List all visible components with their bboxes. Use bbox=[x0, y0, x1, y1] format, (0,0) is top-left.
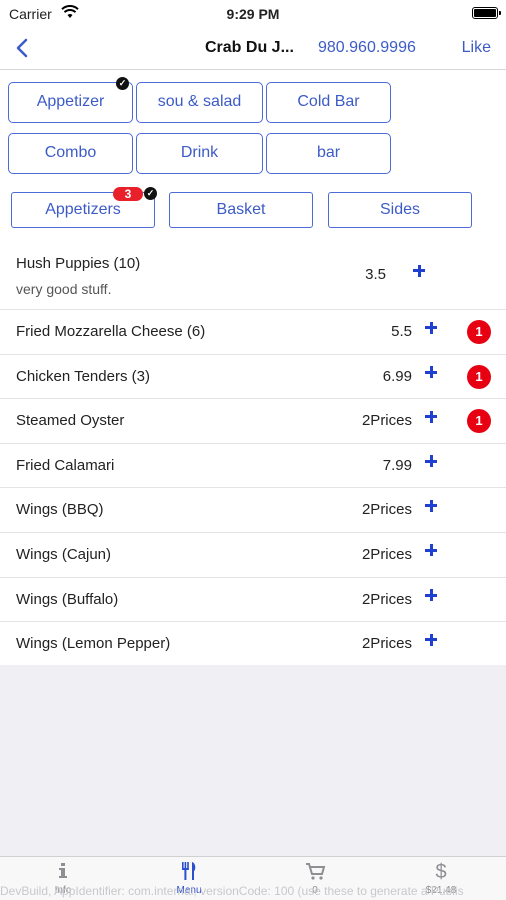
dollar-icon: $ bbox=[435, 861, 446, 881]
menu-item[interactable]: Wings (Cajun) 2Prices bbox=[0, 533, 506, 578]
checkmark-icon: ✓ bbox=[144, 187, 157, 200]
add-plus-icon[interactable] bbox=[423, 453, 441, 471]
item-price: 2Prices bbox=[361, 635, 412, 653]
add-plus-icon[interactable] bbox=[423, 587, 441, 605]
item-price: 2Prices bbox=[361, 545, 412, 563]
item-name: Wings (Buffalo) bbox=[16, 590, 119, 608]
item-price: 5.5 bbox=[391, 323, 412, 340]
status-bar: Carrier 9:29 PM bbox=[0, 0, 506, 28]
debug-watermark: DevBuild, AppIdentifier: com.internal, v… bbox=[0, 884, 464, 898]
nav-bar: Crab Du J... 980.960.9996 Like bbox=[0, 28, 506, 70]
cart-icon bbox=[306, 863, 326, 880]
add-plus-icon[interactable] bbox=[423, 631, 441, 649]
item-price: 6.99 bbox=[382, 367, 412, 385]
utensils-icon bbox=[182, 862, 196, 880]
menu-content: Appetizer ✓ sou & salad Cold Bar Combo D… bbox=[0, 70, 506, 665]
category-cold-bar[interactable]: Cold Bar bbox=[266, 82, 391, 123]
item-name: Fried Mozzarella Cheese (6) bbox=[16, 323, 206, 340]
item-name: Fried Calamari bbox=[16, 456, 115, 474]
add-plus-icon[interactable] bbox=[423, 497, 441, 515]
category-soup-salad[interactable]: sou & salad bbox=[136, 82, 263, 123]
item-name: Chicken Tenders (3) bbox=[16, 367, 150, 385]
add-plus-icon[interactable] bbox=[423, 364, 441, 382]
restaurant-title: Crab Du J... bbox=[205, 39, 294, 56]
battery-icon bbox=[472, 7, 501, 19]
item-description: very good stuff. bbox=[16, 281, 112, 297]
add-plus-icon[interactable] bbox=[423, 408, 441, 426]
category-drink[interactable]: Drink bbox=[136, 133, 263, 174]
menu-item[interactable]: Wings (Lemon Pepper) 2Prices bbox=[0, 622, 506, 667]
menu-item[interactable]: Wings (BBQ) 2Prices bbox=[0, 488, 506, 533]
item-name: Wings (Cajun) bbox=[16, 545, 112, 563]
quantity-badge: 1 bbox=[467, 364, 491, 389]
add-plus-icon[interactable] bbox=[423, 542, 441, 560]
menu-item[interactable]: Steamed Oyster 2Prices 1 bbox=[0, 399, 506, 444]
phone-link[interactable]: 980.960.9996 bbox=[318, 39, 416, 57]
info-icon bbox=[59, 863, 67, 878]
quantity-badge: 1 bbox=[467, 320, 491, 344]
menu-item[interactable]: Hush Puppies (10) very good stuff. 3.5 bbox=[0, 223, 506, 310]
item-name: Hush Puppies (10) bbox=[16, 255, 141, 272]
svg-text:$: $ bbox=[435, 861, 446, 881]
item-price: 2Prices bbox=[361, 590, 412, 608]
add-plus-icon[interactable] bbox=[423, 319, 441, 337]
item-name: Wings (Lemon Pepper) bbox=[16, 635, 171, 653]
item-price: 2Prices bbox=[361, 501, 412, 519]
like-button[interactable]: Like bbox=[462, 39, 491, 57]
menu-item[interactable]: Chicken Tenders (3) 6.99 1 bbox=[0, 355, 506, 400]
item-name: Wings (BBQ) bbox=[16, 501, 104, 519]
menu-item[interactable]: Wings (Buffalo) 2Prices bbox=[0, 578, 506, 623]
add-plus-icon[interactable] bbox=[411, 262, 429, 280]
item-price: 7.99 bbox=[382, 456, 412, 474]
menu-item[interactable]: Fried Calamari 7.99 bbox=[0, 444, 506, 489]
item-price: 2Prices bbox=[361, 412, 412, 430]
quantity-badge: 1 bbox=[467, 409, 491, 434]
category-combo[interactable]: Combo bbox=[8, 133, 133, 174]
category-bar[interactable]: bar bbox=[266, 133, 391, 174]
clock: 9:29 PM bbox=[226, 6, 280, 22]
chevron-left-icon[interactable] bbox=[12, 36, 34, 60]
category-appetizer[interactable]: Appetizer bbox=[8, 82, 133, 123]
subcategory-count-badge: 3 bbox=[113, 187, 143, 201]
item-price: 3.5 bbox=[365, 266, 386, 283]
menu-item-list: Hush Puppies (10) very good stuff. 3.5 F… bbox=[0, 223, 506, 667]
menu-item[interactable]: Fried Mozzarella Cheese (6) 5.5 1 bbox=[0, 310, 506, 355]
item-name: Steamed Oyster bbox=[16, 412, 125, 430]
checkmark-icon: ✓ bbox=[116, 77, 129, 90]
